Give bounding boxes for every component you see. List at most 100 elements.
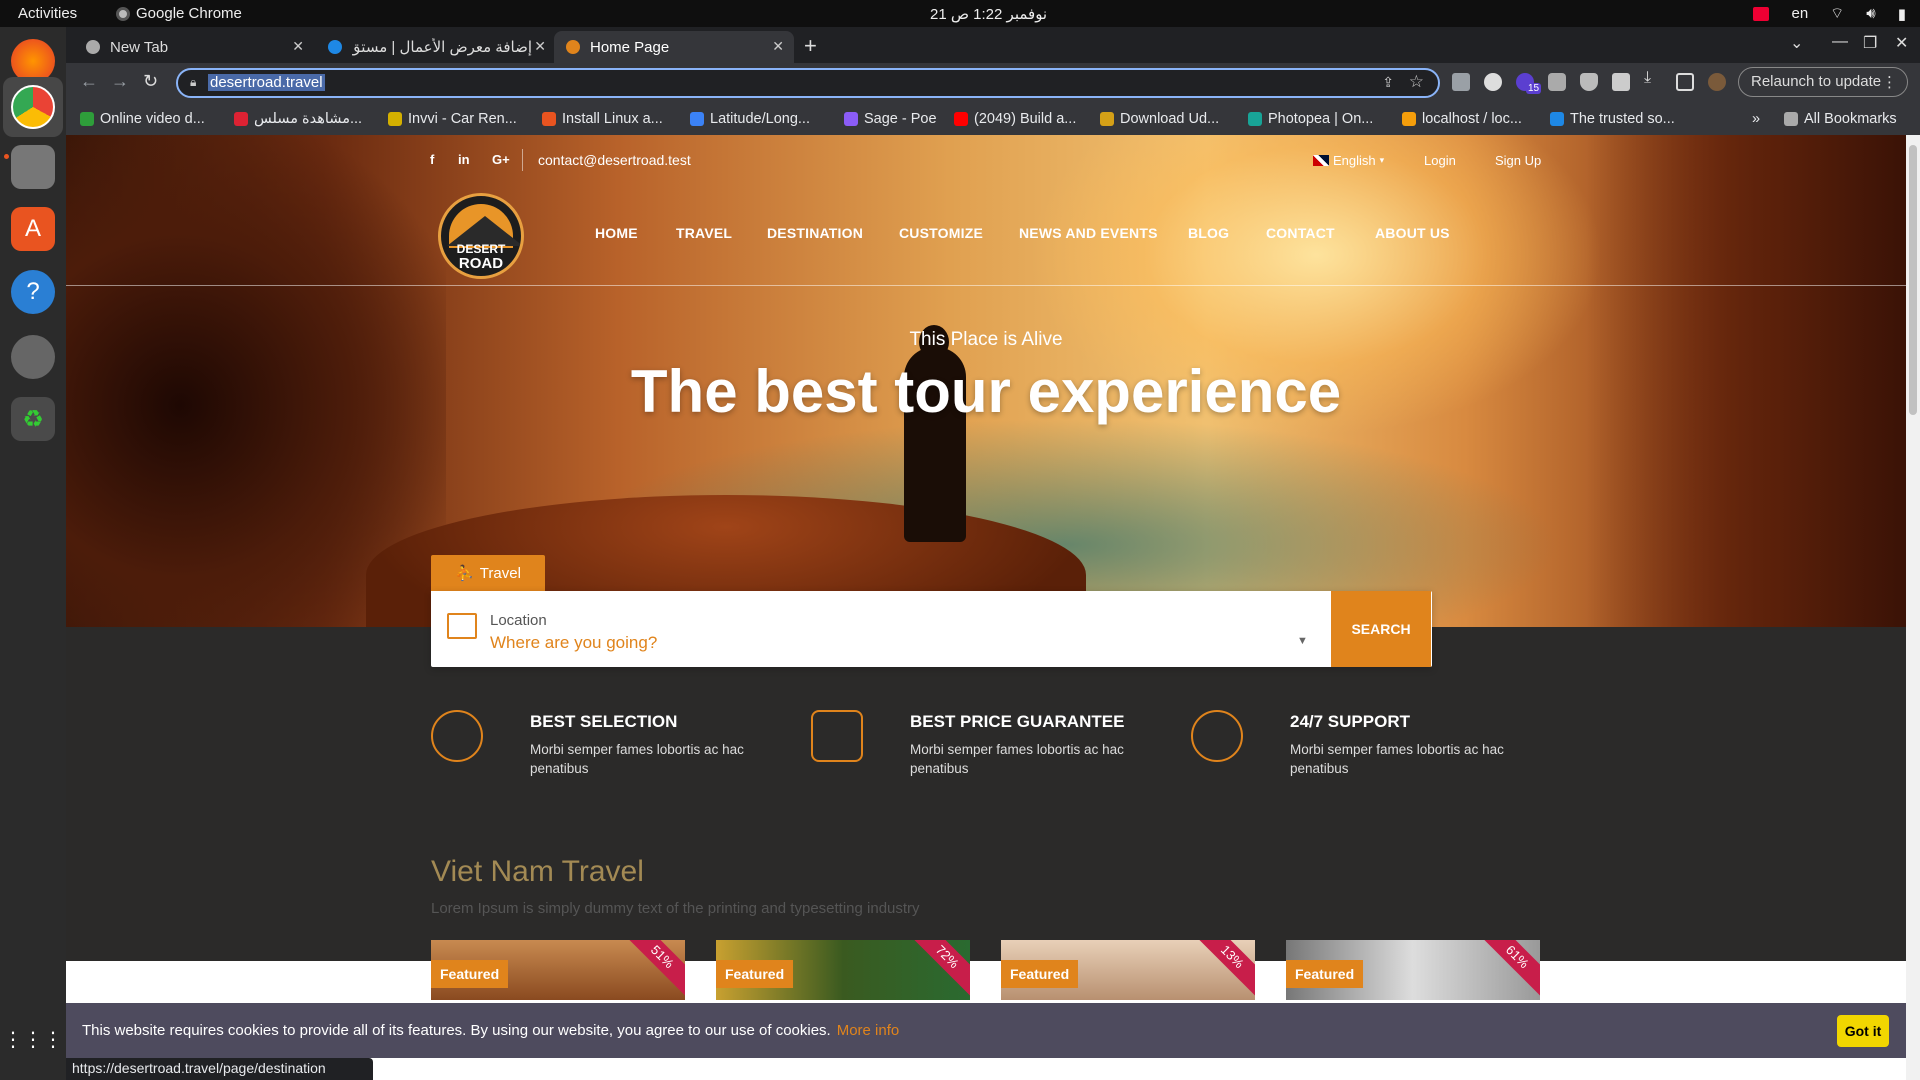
download-icon[interactable]: ⤓ [1644,69,1662,87]
puzzle-icon[interactable] [1612,73,1630,91]
tab-label: New Tab [110,38,169,56]
bookmark-favicon-icon [542,112,556,126]
battery-icon[interactable]: ▮ [1898,5,1906,23]
disk-icon[interactable] [11,335,55,379]
system-tray[interactable]: en ⌔ 🔊︎ ▮ [1753,4,1906,23]
chrome-icon[interactable] [11,85,55,129]
trash-icon[interactable]: ♻ [11,397,55,441]
nav-contact[interactable]: CONTACT [1266,225,1335,241]
wifi-icon[interactable]: ⌔ [1830,4,1844,23]
tour-card[interactable]: Featured 51% [431,940,685,1000]
all-bookmarks-label: All Bookmarks [1804,111,1897,127]
software-center-icon[interactable]: A [11,207,55,251]
hero-headline: The best tour experience [630,358,1342,425]
location-placeholder[interactable]: Where are you going? [490,633,657,653]
reload-button[interactable]: ↻ [143,71,158,92]
bookmark-favicon-icon [234,112,248,126]
language-selector[interactable]: English ▾ [1313,153,1384,168]
app-menu[interactable]: Google Chrome [116,5,242,22]
bookmark-item[interactable]: (2049) Build a... [954,111,1076,127]
clock[interactable]: 21 نوفمبر 1:22 ص [930,5,1047,23]
bookmark-favicon-icon [388,112,402,126]
camera-extension-icon[interactable] [1548,73,1566,91]
location-search-field[interactable]: Location Where are you going? ▼ [431,591,1432,667]
linkedin-icon[interactable]: in [458,152,470,167]
bookmark-item[interactable]: localhost / loc... [1402,111,1522,127]
tour-card[interactable]: Featured 13% [1001,940,1255,1000]
new-tab-button[interactable]: + [804,33,817,59]
close-window-button[interactable]: ✕ [1895,33,1908,53]
url-text[interactable]: desertroad.travel [208,74,325,91]
bookmark-item[interactable]: Latitude/Long... [690,111,810,127]
nav-news-and-events[interactable]: NEWS AND EVENTS [1019,225,1158,241]
address-bar[interactable]: 🔒︎ desertroad.travel ⇪ ☆ [176,68,1440,98]
tab-new-tab[interactable]: New Tab ✕ [74,31,314,63]
cookie-accept-button[interactable]: Got it [1837,1015,1889,1047]
contact-email-link[interactable]: contact@desertroad.test [538,152,691,168]
section-subtitle: Lorem Ipsum is simply dummy text of the … [431,900,920,917]
facebook-icon[interactable]: f [430,152,434,167]
show-apps-icon[interactable]: ⋮⋮⋮ [3,1017,63,1061]
google-plus-icon[interactable]: G+ [492,152,510,167]
discount-ribbon: 72% [907,940,970,997]
profile-avatar[interactable] [1708,73,1726,91]
bookmark-item[interactable]: Download Ud... [1100,111,1219,127]
back-button[interactable]: ← [80,71,98,92]
lock-icon[interactable]: 🔒︎ [190,75,196,90]
nav-about-us[interactable]: ABOUT US [1375,225,1450,241]
feature-best-price: BEST PRICE GUARANTEE Morbi semper fames … [811,710,1171,790]
nav-home[interactable]: HOME [595,225,638,241]
login-link[interactable]: Login [1424,153,1456,168]
extension-circle-icon[interactable] [1484,73,1502,91]
relaunch-button[interactable]: Relaunch to update ⋮ [1738,67,1908,97]
bookmarks-overflow-icon[interactable]: » [1752,111,1760,127]
volume-icon[interactable]: 🔊︎ [1866,5,1875,22]
bookmark-item[interactable]: Invvi - Car Ren... [388,111,517,127]
bookmark-item[interactable]: Online video d... [80,111,205,127]
nav-travel[interactable]: TRAVEL [676,225,732,241]
minimize-button[interactable]: — [1832,33,1848,51]
share-icon[interactable]: ⇪ [1382,74,1394,91]
side-panel-icon[interactable] [1676,73,1694,91]
tour-card[interactable]: Featured 72% [716,940,970,1000]
system-top-bar: Activities Google Chrome 21 نوفمبر 1:22 … [0,0,1920,27]
bookmark-item[interactable]: Sage - Poe [844,111,937,127]
scrollbar-thumb[interactable] [1909,145,1917,415]
tab-search-icon[interactable]: ⌄ [1790,33,1803,53]
close-icon[interactable]: ✕ [534,38,546,55]
activities-button[interactable]: Activities [18,5,77,22]
search-tab-travel[interactable]: ⛹ Travel [431,555,545,591]
bookmark-item[interactable]: Install Linux a... [542,111,663,127]
close-icon[interactable]: ✕ [772,38,784,55]
files-icon[interactable] [11,145,55,189]
all-bookmarks-folder[interactable]: All Bookmarks [1784,111,1897,127]
more-info-link[interactable]: More info [837,1022,900,1039]
extension-v-icon[interactable] [1452,73,1470,91]
tab-portfolio[interactable]: إضافة معرض الأعمال | مستق ✕ [316,31,556,63]
page-scrollbar[interactable] [1906,135,1920,1080]
more-icon: ⋮ [1882,74,1897,91]
forward-button[interactable]: → [111,71,129,92]
shield-extension-icon[interactable] [1580,73,1598,91]
signup-link[interactable]: Sign Up [1495,153,1541,168]
nav-blog[interactable]: BLOG [1188,225,1229,241]
notification-icon[interactable] [1753,6,1770,21]
chevron-down-icon[interactable]: ▼ [1297,635,1308,647]
tour-card[interactable]: Featured 61% [1286,940,1540,1000]
nav-destination[interactable]: DESTINATION [767,225,863,241]
tab-home-page[interactable]: Home Page ✕ [554,31,794,63]
bookmark-star-icon[interactable]: ☆ [1409,72,1424,92]
bookmark-item[interactable]: The trusted so... [1550,111,1675,127]
extension-badge-count: 15 [1526,83,1542,94]
bookmark-label: Photopea | On... [1268,111,1374,127]
bookmark-item[interactable]: مشاهدة مسلس... [234,111,362,127]
search-button[interactable]: SEARCH [1331,591,1431,667]
maximize-button[interactable]: ❐ [1863,33,1877,53]
nav-customize[interactable]: CUSTOMIZE [899,225,983,241]
feature-title: BEST SELECTION [530,712,678,731]
site-icon [328,40,342,54]
bookmark-item[interactable]: Photopea | On... [1248,111,1373,127]
keyboard-language[interactable]: en [1791,5,1808,22]
help-icon[interactable]: ? [11,270,55,314]
close-icon[interactable]: ✕ [292,38,304,55]
